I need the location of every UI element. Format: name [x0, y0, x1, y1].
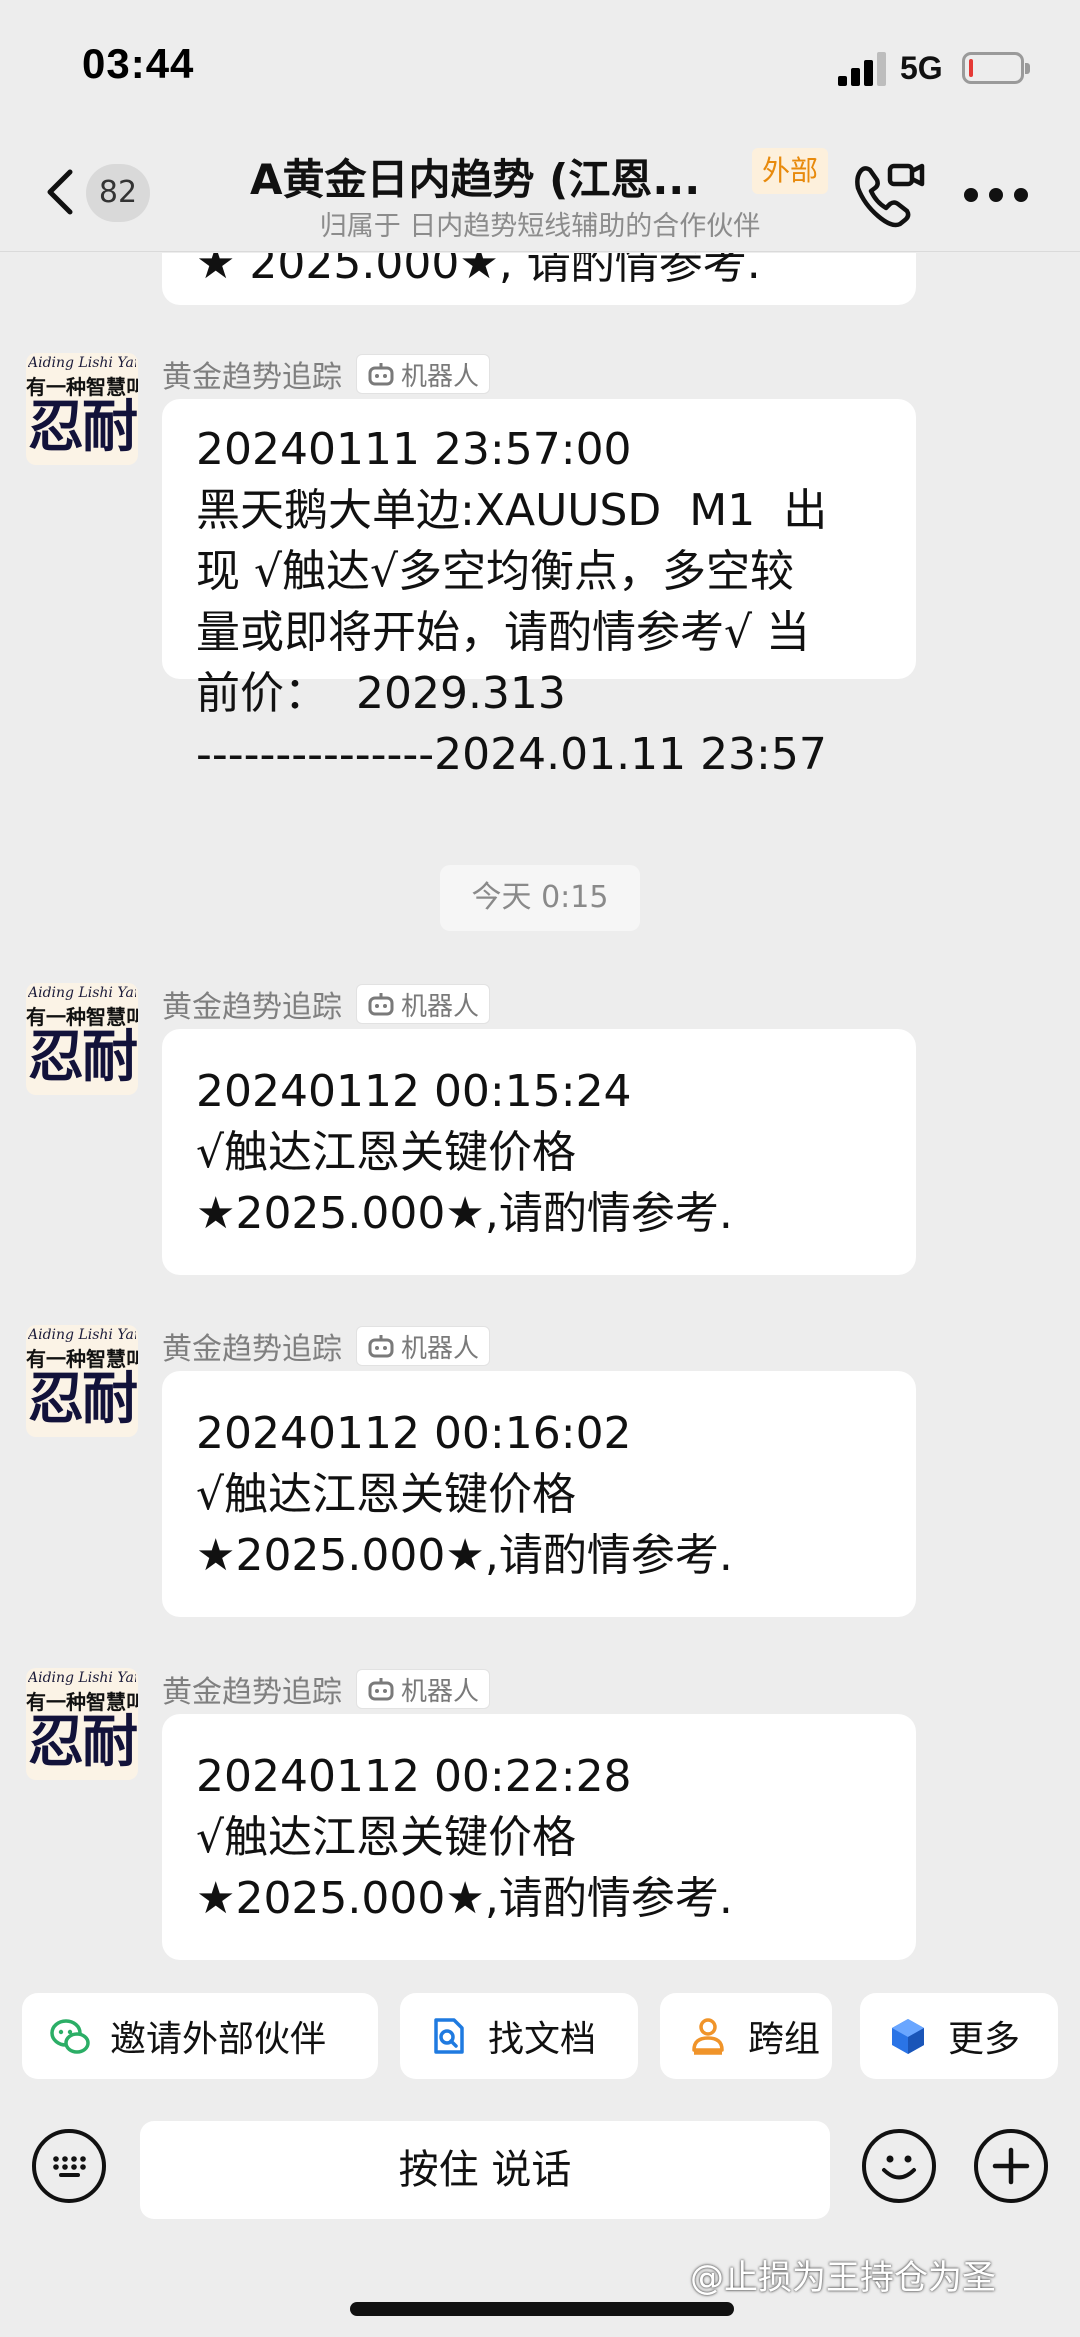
message-line: √触达江恩关键价格	[196, 1127, 577, 1178]
message-line: 前价： 2029.313	[196, 668, 566, 719]
sender-name[interactable]: 黄金趋势追踪	[162, 1667, 342, 1711]
chat-header: 82 A黄金日内趋势 (江恩... 外部 归属于 日内趋势短线辅助的合作伙伴	[0, 128, 1080, 252]
message-bubble[interactable]: ★ 2025.000★, 请酌情参考.	[162, 253, 916, 305]
sender-row: 黄金趋势追踪 机器人	[162, 1667, 491, 1711]
bot-tag-label: 机器人	[401, 361, 480, 392]
invite-partner-button[interactable]: 邀请外部伙伴	[22, 1993, 378, 2079]
invite-partner-icon	[50, 2019, 90, 2054]
message-line: ---------------2024.01.11 23:57	[196, 729, 827, 780]
more-options-button[interactable]	[958, 180, 1034, 210]
message-line: 20240112 00:22:28	[196, 1751, 632, 1802]
message-bubble[interactable]: 20240112 00:15:24 √触达江恩关键价格 ★2025.000★,请…	[162, 1029, 916, 1275]
avatar-title: 忍耐	[28, 1709, 138, 1775]
input-bar: 按住 说话	[0, 2105, 1080, 2235]
quick-action-label: 邀请外部伙伴	[110, 2019, 327, 2060]
find-document-icon	[434, 2018, 464, 2054]
chat-title[interactable]: A黄金日内趋势 (江恩...	[250, 146, 750, 207]
keyboard-button[interactable]	[32, 2129, 106, 2203]
sender-row: 黄金趋势追踪 机器人	[162, 1324, 491, 1368]
message-line: 20240111 23:57:00	[196, 424, 632, 475]
robot-icon	[368, 1335, 394, 1358]
sender-row: 黄金趋势追踪 机器人	[162, 352, 491, 396]
emoji-icon	[882, 2155, 916, 2180]
message-line: 20240112 00:15:24	[196, 1066, 632, 1117]
more-actions-button[interactable]: 更多	[860, 1993, 1058, 2079]
bot-tag-label: 机器人	[401, 991, 480, 1022]
external-tag: 外部	[752, 148, 829, 194]
quick-action-label: 更多	[948, 2019, 1021, 2060]
emoji-button[interactable]	[862, 2129, 936, 2203]
network-type: 5G	[900, 50, 943, 86]
sender-name[interactable]: 黄金趋势追踪	[162, 352, 342, 396]
avatar[interactable]: Aiding Lishi Yangjiao 有一种智慧叫 忍耐	[26, 1668, 138, 1780]
bot-tag-label: 机器人	[401, 1333, 480, 1364]
message-line: ★ 2025.000★, 请酌情参考.	[196, 253, 761, 289]
message-line: ★2025.000★,请酌情参考.	[196, 1873, 733, 1924]
message-line: ★2025.000★,请酌情参考.	[196, 1530, 733, 1581]
avatar-title: 忍耐	[28, 1024, 138, 1090]
find-document-button[interactable]: 找文档	[400, 1993, 638, 2079]
bot-tag: 机器人	[356, 984, 491, 1024]
message-bubble[interactable]: 20240112 00:22:28 √触达江恩关键价格 ★2025.000★,请…	[162, 1714, 916, 1960]
more-dots-icon	[964, 188, 978, 202]
message-line: 量或即将开始，请酌情参考√ 当	[196, 607, 811, 658]
hold-to-talk-button[interactable]: 按住 说话	[140, 2121, 830, 2219]
message-bubble[interactable]: 20240111 23:57:00 黑天鹅大单边:XAUUSD M1 出 现 √…	[162, 399, 916, 780]
avatar[interactable]: Aiding Lishi Yangjiao 有一种智慧叫 忍耐	[26, 1325, 138, 1437]
signal-strength-icon	[838, 50, 888, 86]
keyboard-icon	[53, 2156, 86, 2177]
message-line: 现 √触达√多空均衡点，多空较	[196, 546, 795, 597]
bot-tag: 机器人	[356, 1669, 491, 1709]
robot-icon	[368, 993, 394, 1016]
avatar[interactable]: Aiding Lishi Yangjiao 有一种智慧叫 忍耐	[26, 983, 138, 1095]
robot-icon	[368, 1678, 394, 1701]
quick-action-label: 跨组	[748, 2019, 821, 2060]
sender-row: 黄金趋势追踪 机器人	[162, 982, 491, 1026]
battery-icon	[962, 52, 1030, 84]
more-cube-icon	[892, 2019, 924, 2054]
robot-icon	[368, 363, 394, 386]
status-bar: 03:44 5G	[0, 0, 1080, 128]
add-attachment-button[interactable]	[974, 2129, 1048, 2203]
message-line: 20240112 00:16:02	[196, 1408, 632, 1459]
bot-tag: 机器人	[356, 1326, 491, 1366]
battery-level	[969, 59, 973, 77]
message-line: ★2025.000★,请酌情参考.	[196, 1188, 733, 1239]
quick-action-bar[interactable]: 邀请外部伙伴 找文档 跨组 更多	[0, 1985, 1080, 2085]
plus-icon	[992, 2147, 1030, 2185]
home-indicator[interactable]	[350, 2302, 734, 2316]
time-divider: 今天 0:15	[440, 865, 640, 931]
cross-group-icon	[692, 2018, 724, 2055]
message-line: 黑天鹅大单边:XAUUSD M1 出	[196, 485, 828, 536]
video-call-icon[interactable]	[850, 158, 926, 228]
sender-name[interactable]: 黄金趋势追踪	[162, 1324, 342, 1368]
cross-group-button[interactable]: 跨组	[660, 1993, 832, 2079]
message-bubble[interactable]: 20240112 00:16:02 √触达江恩关键价格 ★2025.000★,请…	[162, 1371, 916, 1617]
avatar-title: 忍耐	[28, 394, 138, 460]
message-list[interactable]: ★ 2025.000★, 请酌情参考. Aiding Lishi Yangjia…	[0, 253, 1080, 1983]
message-line: √触达江恩关键价格	[196, 1812, 577, 1863]
bot-tag-label: 机器人	[401, 1676, 480, 1707]
avatar-title: 忍耐	[28, 1366, 138, 1432]
watermark: @止损为王持仓为圣	[690, 2258, 996, 2298]
avatar[interactable]: Aiding Lishi Yangjiao 有一种智慧叫 忍耐	[26, 353, 138, 465]
sender-name[interactable]: 黄金趋势追踪	[162, 982, 342, 1026]
bot-tag: 机器人	[356, 354, 491, 394]
status-time: 03:44	[82, 40, 195, 87]
quick-action-label: 找文档	[488, 2019, 597, 2060]
message-line: √触达江恩关键价格	[196, 1469, 577, 1520]
